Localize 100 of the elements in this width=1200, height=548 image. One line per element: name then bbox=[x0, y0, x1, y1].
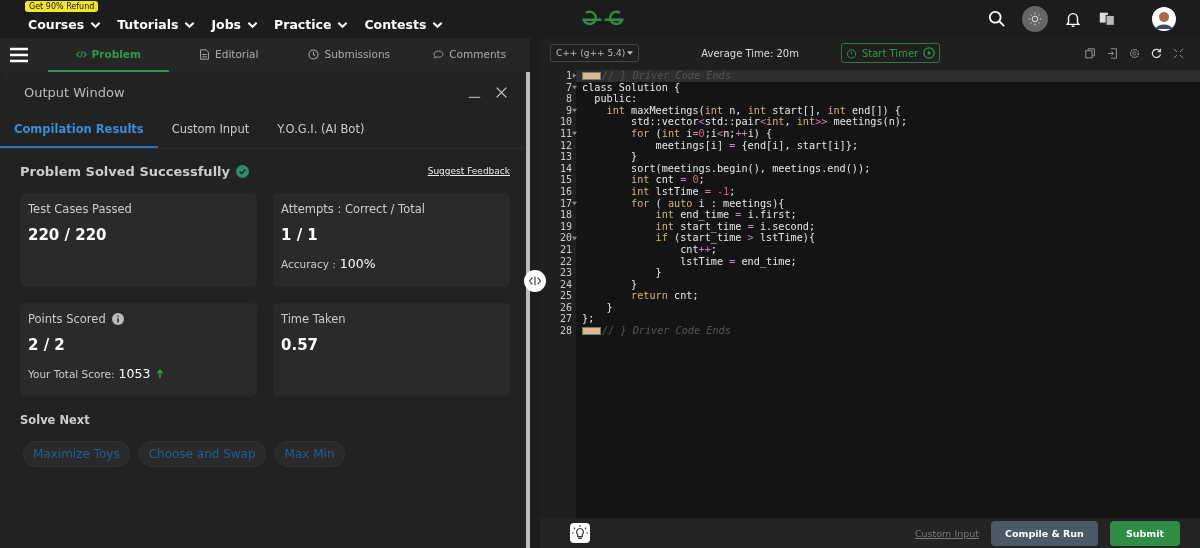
status-text: Problem Solved Successfully bbox=[20, 163, 230, 179]
menu-icon[interactable] bbox=[10, 47, 28, 63]
check-circle-icon bbox=[236, 164, 249, 178]
code-line: }; bbox=[582, 313, 595, 326]
line-number: 20 bbox=[558, 232, 572, 244]
nav-menu[interactable]: Tutorials bbox=[117, 14, 196, 32]
suggest-feedback-link[interactable]: Suggest Feedback bbox=[427, 166, 510, 176]
card-label: Attempts : Correct / Total bbox=[281, 202, 425, 216]
line-number: 10 bbox=[558, 116, 572, 128]
problem-tab[interactable]: Comments bbox=[409, 38, 530, 72]
code-line: int end_time = i.first; bbox=[654, 209, 797, 221]
line-number: 22 bbox=[558, 255, 572, 268]
code-line: sort(meetings.begin(), meetings.end()); bbox=[630, 162, 871, 175]
card-label: Points Scored bbox=[28, 312, 106, 326]
card-value: 0.57 bbox=[281, 336, 319, 354]
document-icon bbox=[199, 48, 211, 60]
line-number: 24 bbox=[558, 278, 572, 291]
bell-icon[interactable] bbox=[1064, 10, 1082, 28]
line-number: 19 bbox=[558, 220, 572, 233]
refund-badge: Get 90% Refund bbox=[25, 1, 99, 12]
code-line: // } Driver Code Ends bbox=[602, 325, 731, 337]
fullscreen-icon[interactable] bbox=[1173, 47, 1184, 59]
fold-placeholder-icon[interactable] bbox=[582, 326, 601, 335]
custom-input-link[interactable]: Custom Input bbox=[914, 527, 979, 539]
sun-icon bbox=[1027, 11, 1043, 27]
fold-arrow-icon[interactable] bbox=[572, 131, 577, 137]
copy-icon[interactable] bbox=[1085, 47, 1096, 59]
translate-icon[interactable] bbox=[1098, 10, 1116, 28]
import-icon[interactable] bbox=[1107, 47, 1118, 59]
code-line: class Solution { bbox=[582, 81, 681, 94]
fold-placeholder-icon[interactable] bbox=[582, 71, 601, 80]
problem-tab[interactable]: Submissions bbox=[289, 38, 410, 72]
start-timer-button[interactable]: Start Timer bbox=[840, 43, 941, 63]
chat-icon bbox=[433, 48, 445, 60]
chevron-down-icon bbox=[90, 20, 102, 29]
line-number: 9 bbox=[564, 104, 572, 117]
nav-menu[interactable]: Jobs bbox=[211, 14, 259, 32]
person-icon bbox=[1152, 7, 1176, 31]
card-value: 220 / 220 bbox=[28, 226, 108, 244]
arrow-up-icon bbox=[156, 368, 165, 379]
alarm-icon bbox=[845, 47, 857, 59]
chevron-down-icon bbox=[184, 20, 196, 29]
code-line: } bbox=[605, 301, 613, 314]
close-icon[interactable] bbox=[495, 85, 508, 99]
line-number: 11 bbox=[558, 127, 572, 140]
line-number: 25 bbox=[558, 290, 572, 302]
info-icon[interactable] bbox=[111, 313, 124, 325]
settings-icon[interactable] bbox=[1129, 47, 1140, 59]
code-line: lstTime = end_time; bbox=[679, 255, 797, 268]
line-number: 21 bbox=[558, 243, 572, 256]
play-icon bbox=[923, 47, 936, 59]
fold-arrow-icon[interactable] bbox=[572, 200, 577, 206]
chevron-down-icon bbox=[432, 20, 444, 29]
fold-arrow-icon[interactable] bbox=[572, 235, 577, 241]
chevron-down-icon bbox=[337, 20, 349, 29]
nav-menu[interactable]: Practice bbox=[274, 14, 349, 32]
code-line: meetings[i] = {end[i], start[i]}; bbox=[654, 139, 858, 152]
window-title: Output Window bbox=[24, 84, 125, 100]
line-number: 14 bbox=[558, 162, 572, 175]
average-time-text: Average Time: 20m bbox=[701, 47, 799, 59]
problem-tab[interactable]: Editorial bbox=[168, 38, 289, 72]
avatar[interactable] bbox=[1152, 7, 1176, 31]
output-tab[interactable]: Y.O.G.I. (AI Bot) bbox=[263, 112, 379, 148]
card-sub-value: 100% bbox=[339, 256, 376, 271]
card-label: Test Cases Passed bbox=[28, 202, 132, 216]
submit-button[interactable]: Submit bbox=[1109, 520, 1180, 546]
code-line: public: bbox=[593, 93, 638, 105]
code-line: int start_time = i.second; bbox=[654, 220, 816, 233]
fold-arrow-icon[interactable] bbox=[572, 108, 577, 114]
line-number: 28 bbox=[558, 325, 572, 337]
code-line: std::vector<std::pair<int, int>> meetings(n); bbox=[630, 116, 908, 128]
theme-toggle[interactable] bbox=[1022, 6, 1048, 32]
compile-run-button[interactable]: Compile & Run bbox=[991, 520, 1098, 546]
card-label: Time Taken bbox=[281, 312, 346, 326]
code-line: } bbox=[630, 278, 638, 291]
code-line: if (start_time > lstTime){ bbox=[654, 232, 816, 244]
hint-button[interactable] bbox=[570, 523, 590, 543]
output-tab[interactable]: Compilation Results bbox=[0, 112, 158, 148]
code-line: int cnt = 0; bbox=[630, 174, 705, 186]
card-value: 1 / 1 bbox=[281, 226, 319, 244]
chevron-down-icon bbox=[247, 20, 259, 29]
line-number: 16 bbox=[558, 185, 572, 198]
line-number: 26 bbox=[558, 301, 572, 314]
output-tab[interactable]: Custom Input bbox=[157, 112, 264, 148]
search-icon[interactable] bbox=[988, 10, 1006, 28]
code-line: return cnt; bbox=[630, 290, 699, 302]
language-dropdown[interactable]: C++ (g++ 5.4) bbox=[550, 44, 640, 62]
reset-icon[interactable] bbox=[1151, 47, 1162, 59]
clock-icon bbox=[308, 48, 320, 60]
code-line: } bbox=[654, 267, 662, 279]
code-line: for (int i=0;i<n;++i) { bbox=[630, 127, 773, 140]
code-line: int lstTime = -1; bbox=[630, 185, 736, 198]
card-value: 2 / 2 bbox=[28, 336, 66, 354]
code-line: for ( auto i : meetings){ bbox=[630, 197, 785, 210]
card-sub-value: 1053 bbox=[118, 366, 151, 381]
light-bulb-icon bbox=[571, 524, 589, 542]
line-number: 27 bbox=[558, 313, 572, 326]
nav-menu[interactable]: Contests bbox=[364, 14, 444, 32]
line-number: 23 bbox=[558, 267, 572, 279]
line-number: 13 bbox=[558, 151, 572, 163]
